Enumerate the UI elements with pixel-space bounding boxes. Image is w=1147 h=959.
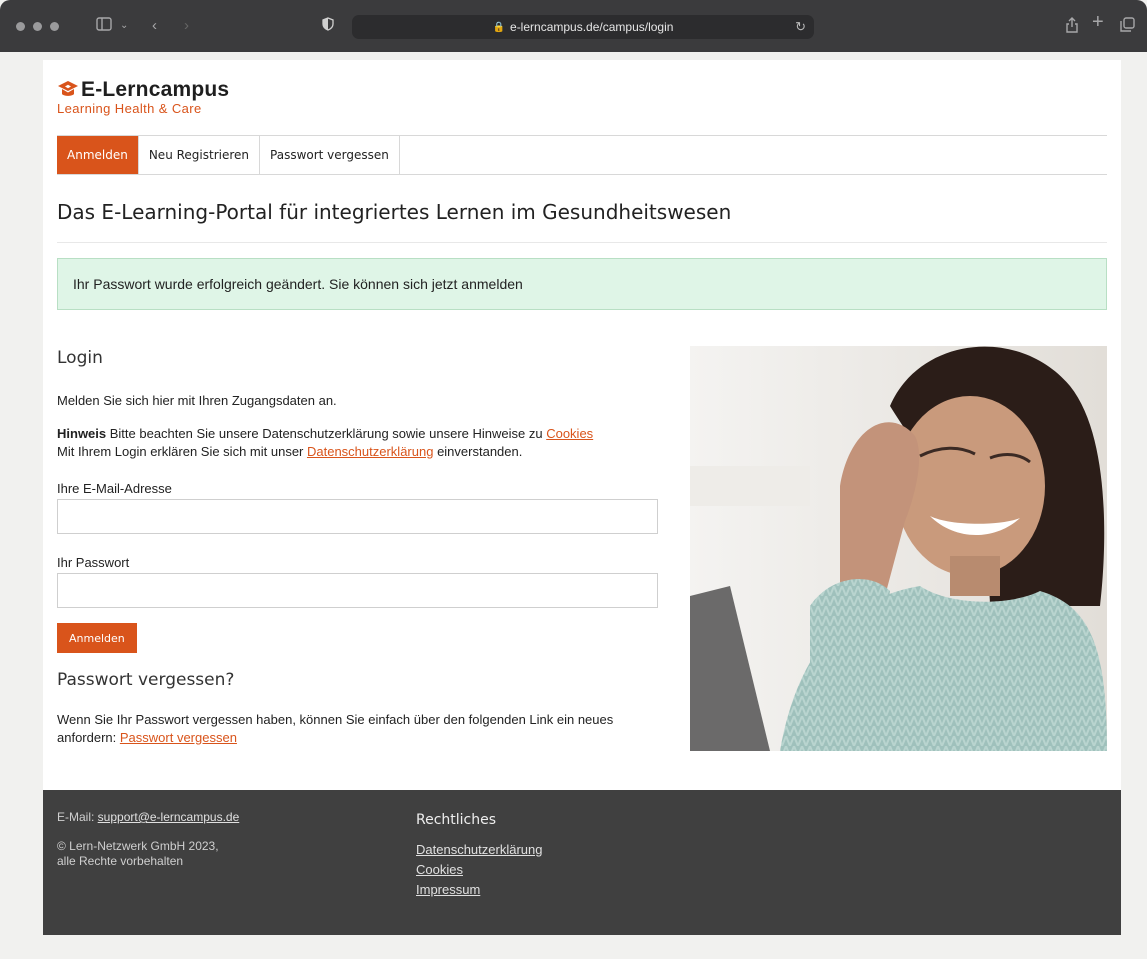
logo-name: E-Lerncampus bbox=[81, 78, 230, 101]
email-field[interactable] bbox=[57, 499, 658, 534]
forgot-text-line2: anfordern: bbox=[57, 730, 120, 745]
forgot-password-text: Wenn Sie Ihr Passwort vergessen haben, k… bbox=[57, 711, 613, 747]
email-label: Ihre E-Mail-Adresse bbox=[57, 481, 172, 496]
footer-email-label: E-Mail: bbox=[57, 810, 98, 824]
shield-icon[interactable] bbox=[322, 17, 334, 36]
hint-text: Bitte beachten Sie unsere Datenschutzerk… bbox=[106, 426, 547, 441]
footer-legal-title: Rechtliches bbox=[416, 812, 497, 828]
tab-anmelden[interactable]: Anmelden bbox=[57, 136, 139, 174]
login-button[interactable]: Anmelden bbox=[57, 623, 137, 653]
minimize-window-dot[interactable] bbox=[33, 21, 42, 31]
privacy-policy-link[interactable]: Datenschutzerklärung bbox=[307, 444, 433, 459]
success-alert: Ihr Passwort wurde erfolgreich geändert.… bbox=[57, 258, 1107, 310]
footer-copyright-2: alle Rechte vorbehalten bbox=[57, 854, 184, 868]
page-headline: Das E-Learning-Portal für integriertes L… bbox=[57, 200, 732, 224]
divider bbox=[57, 242, 1107, 243]
browser-toolbar: ⌄ ‹ › 🔒 e-lerncampus.de/campus/login ↻ + bbox=[0, 0, 1147, 52]
web-page: E-Lerncampus Learning Health & Care Anme… bbox=[43, 60, 1121, 935]
forgot-text-line1: Wenn Sie Ihr Passwort vergessen haben, k… bbox=[57, 712, 614, 727]
chevron-down-icon[interactable]: ⌄ bbox=[120, 17, 128, 35]
footer-link-cookies[interactable]: Cookies bbox=[416, 860, 542, 880]
address-bar[interactable]: 🔒 e-lerncampus.de/campus/login ↻ bbox=[352, 15, 814, 39]
zoom-window-dot[interactable] bbox=[50, 21, 59, 31]
consent-end: einverstanden. bbox=[433, 444, 523, 459]
hero-photo bbox=[690, 346, 1107, 751]
url-text: e-lerncampus.de/campus/login bbox=[510, 20, 674, 34]
site-footer: E-Mail: support@e-lerncampus.de © Lern-N… bbox=[43, 790, 1121, 935]
alert-text: Ihr Passwort wurde erfolgreich geändert.… bbox=[73, 276, 523, 292]
login-title: Login bbox=[57, 348, 103, 368]
hint-label: Hinweis bbox=[57, 426, 107, 441]
password-field[interactable] bbox=[57, 573, 658, 608]
site-logo[interactable]: E-Lerncampus Learning Health & Care bbox=[57, 78, 229, 116]
forgot-password-link[interactable]: Passwort vergessen bbox=[120, 730, 237, 745]
lock-icon: 🔒 bbox=[492, 21, 506, 33]
support-email-link[interactable]: support@e-lerncampus.de bbox=[98, 810, 240, 824]
tab-neu-registrieren[interactable]: Neu Registrieren bbox=[139, 136, 261, 174]
close-window-dot[interactable] bbox=[16, 21, 25, 31]
footer-legal: Rechtliches Datenschutzerklärung Cookies… bbox=[416, 812, 542, 900]
logo-tagline: Learning Health & Care bbox=[57, 101, 202, 116]
forward-icon[interactable]: › bbox=[184, 17, 189, 35]
reload-icon[interactable]: ↻ bbox=[795, 19, 806, 35]
privacy-hint: Hinweis Bitte beachten Sie unsere Datens… bbox=[57, 425, 593, 461]
password-label: Ihr Passwort bbox=[57, 555, 130, 570]
sidebar-icon[interactable] bbox=[96, 17, 112, 36]
cookies-link[interactable]: Cookies bbox=[546, 426, 593, 441]
consent-text: Mit Ihrem Login erklären Sie sich mit un… bbox=[57, 444, 307, 459]
tab-passwort-vergessen[interactable]: Passwort vergessen bbox=[260, 136, 400, 174]
main-nav: Anmelden Neu Registrieren Passwort verge… bbox=[57, 135, 1107, 175]
window-controls[interactable] bbox=[16, 21, 59, 31]
forgot-password-title: Passwort vergessen? bbox=[57, 670, 235, 690]
footer-link-privacy[interactable]: Datenschutzerklärung bbox=[416, 840, 542, 860]
footer-contact: E-Mail: support@e-lerncampus.de © Lern-N… bbox=[57, 810, 239, 869]
login-intro: Melden Sie sich hier mit Ihren Zugangsda… bbox=[57, 393, 337, 408]
share-icon[interactable] bbox=[1065, 17, 1079, 38]
back-icon[interactable]: ‹ bbox=[152, 17, 157, 35]
footer-copyright-1: © Lern-Netzwerk GmbH 2023, bbox=[57, 839, 219, 853]
footer-link-imprint[interactable]: Impressum bbox=[416, 880, 542, 900]
tabs-icon[interactable] bbox=[1120, 17, 1135, 37]
new-tab-icon[interactable]: + bbox=[1092, 12, 1104, 32]
graduation-cap-icon bbox=[57, 80, 79, 100]
